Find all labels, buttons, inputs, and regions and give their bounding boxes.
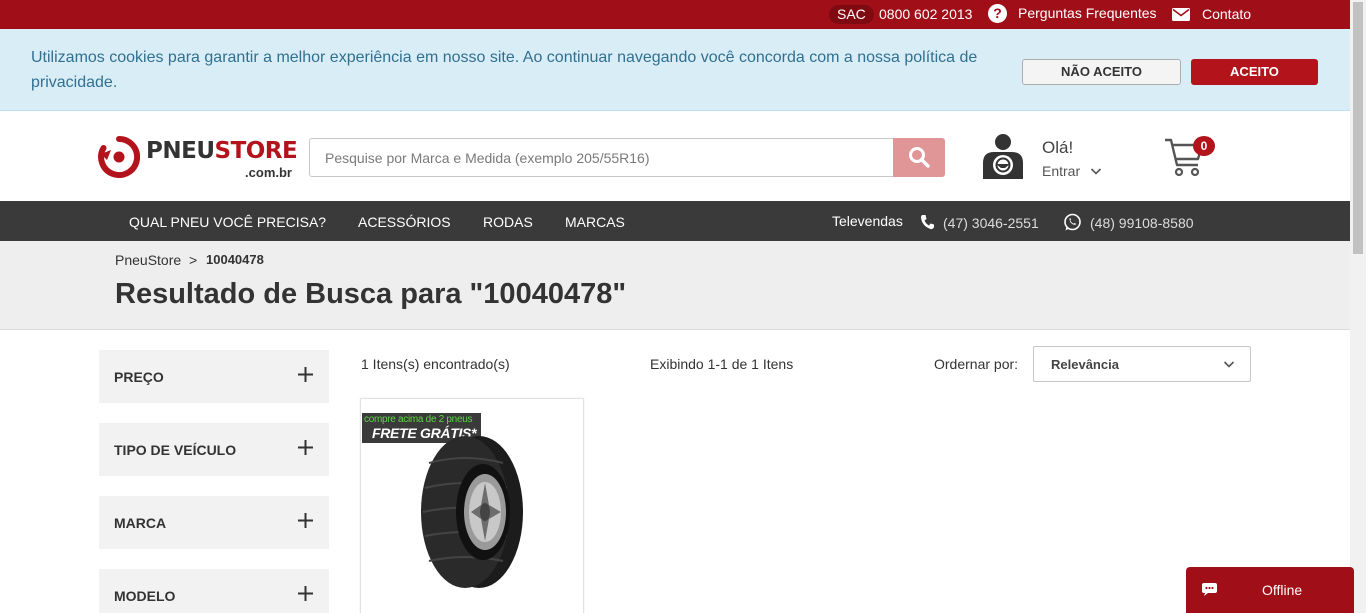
plus-icon[interactable] bbox=[297, 585, 314, 602]
chat-bubble-icon bbox=[1202, 583, 1217, 596]
sort-label: Ordernar por: bbox=[934, 356, 1019, 372]
chevron-down-icon bbox=[1223, 361, 1235, 368]
envelope-icon[interactable] bbox=[1172, 8, 1190, 21]
plus-icon[interactable] bbox=[297, 512, 314, 529]
sort-select[interactable]: Relevância bbox=[1033, 346, 1251, 382]
top-bar: SAC 0800 602 2013 ? Perguntas Frequentes… bbox=[0, 0, 1350, 29]
nav-item-brands[interactable]: MARCAS bbox=[565, 214, 625, 230]
page-title: Resultado de Busca para "10040478" bbox=[115, 278, 626, 311]
plus-icon[interactable] bbox=[297, 439, 314, 456]
filter-label: MODELO bbox=[114, 588, 176, 604]
chat-widget[interactable]: Offline bbox=[1186, 567, 1354, 613]
pneustore-logo[interactable]: PNEUSTORE .com.br bbox=[98, 134, 298, 184]
whatsapp-icon bbox=[1064, 213, 1081, 231]
search-icon bbox=[909, 147, 930, 168]
results-range: Exibindo 1-1 de 1 Itens bbox=[650, 356, 794, 372]
chevron-down-icon[interactable] bbox=[1090, 166, 1102, 176]
filter-label: MARCA bbox=[114, 515, 167, 531]
phone-icon bbox=[921, 215, 934, 230]
breadcrumb-separator: > bbox=[189, 252, 198, 268]
whatsapp-phone[interactable]: (48) 99108-8580 bbox=[1090, 215, 1194, 231]
tire-product-image[interactable] bbox=[417, 433, 527, 591]
page-title-rest: de Busca para "10040478" bbox=[255, 278, 627, 310]
breadcrumb-current: 10040478 bbox=[206, 252, 264, 267]
faq-link[interactable]: Perguntas Frequentes bbox=[1018, 5, 1157, 21]
nav-item-which-tire[interactable]: QUAL PNEU VOCÊ PRECISA? bbox=[129, 214, 326, 230]
decline-cookies-button[interactable]: NÃO ACEITO bbox=[1022, 59, 1181, 85]
filter-vehicle-type[interactable]: TIPO DE VEÍCULO bbox=[99, 423, 329, 476]
filter-brand[interactable]: MARCA bbox=[99, 496, 329, 549]
filter-label: PREÇO bbox=[114, 369, 164, 385]
logo-tire-icon bbox=[98, 136, 140, 178]
plus-icon[interactable] bbox=[297, 366, 314, 383]
nav-item-wheels[interactable]: RODAS bbox=[483, 214, 533, 230]
results-count: 1 Itens(s) encontrado(s) bbox=[361, 356, 510, 372]
scrollbar-thumb[interactable] bbox=[1353, 2, 1363, 254]
filter-model[interactable]: MODELO bbox=[99, 569, 329, 613]
page-header: PneuStore > 10040478 Resultado de Busca … bbox=[0, 241, 1350, 330]
sort-selected-value: Relevância bbox=[1051, 357, 1119, 372]
page-title-bold: Resultado bbox=[115, 278, 256, 310]
logo-domain: .com.br bbox=[245, 165, 292, 180]
question-icon[interactable]: ? bbox=[988, 4, 1007, 23]
nav-item-accessories[interactable]: ACESSÓRIOS bbox=[358, 214, 451, 230]
breadcrumb-home[interactable]: PneuStore bbox=[115, 252, 181, 268]
sac-phone[interactable]: 0800 602 2013 bbox=[879, 6, 972, 22]
cookie-notice-text: Utilizamos cookies para garantir a melho… bbox=[31, 49, 978, 91]
accept-cookies-button[interactable]: ACEITO bbox=[1191, 59, 1318, 85]
login-link[interactable]: Entrar bbox=[1042, 163, 1080, 179]
logo-wordmark: PNEUSTORE bbox=[146, 138, 298, 164]
user-driver-icon[interactable] bbox=[980, 133, 1026, 181]
greeting: Olá! bbox=[1042, 138, 1074, 157]
sac-label: SAC bbox=[829, 5, 874, 24]
promo-condition: compre acima de 2 pneus bbox=[364, 414, 473, 425]
search-button[interactable] bbox=[893, 138, 945, 177]
logo-word-red: STORE bbox=[214, 138, 298, 164]
logo-word-dark: PNEU bbox=[146, 138, 215, 164]
televendas-phone[interactable]: (47) 3046-2551 bbox=[943, 215, 1039, 231]
contact-link[interactable]: Contato bbox=[1202, 6, 1251, 22]
televendas-label: Televendas bbox=[832, 213, 903, 229]
chat-status: Offline bbox=[1262, 582, 1303, 598]
product-card[interactable]: compre acima de 2 pneus FRETE GRÁTIS* bbox=[360, 398, 584, 613]
cookie-notice: Utilizamos cookies para garantir a melho… bbox=[0, 29, 1350, 111]
filter-price[interactable]: PREÇO bbox=[99, 350, 329, 403]
cart-count-badge[interactable]: 0 bbox=[1193, 136, 1215, 156]
search-input[interactable] bbox=[309, 138, 894, 177]
main-nav: QUAL PNEU VOCÊ PRECISA? ACESSÓRIOS RODAS… bbox=[0, 201, 1350, 241]
filter-label: TIPO DE VEÍCULO bbox=[114, 442, 237, 458]
